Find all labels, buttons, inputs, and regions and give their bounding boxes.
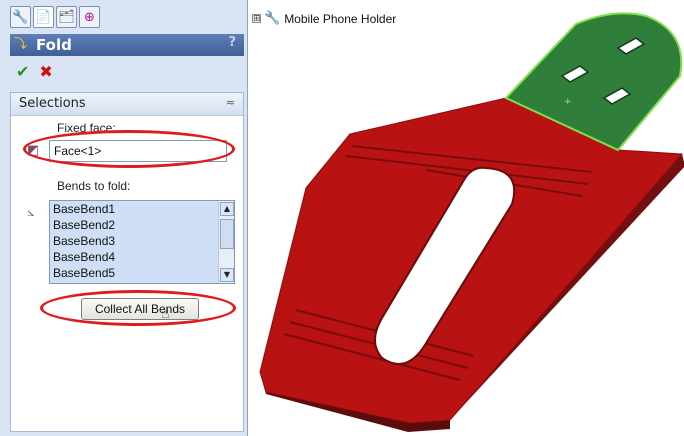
configuration-icon: 🗂 <box>58 9 75 25</box>
feature-title-bar: ⤵ Fold ? <box>10 34 244 56</box>
dimxpert-tab[interactable]: ⊕ <box>79 6 100 28</box>
selections-title: Selections <box>19 96 86 111</box>
collapse-chevron-icon[interactable]: ≈ <box>226 96 235 109</box>
manager-tabs: 🔧 📄 🗂 ⊕ <box>10 6 102 32</box>
scroll-down-icon[interactable]: ▼ <box>220 268 234 282</box>
property-icon: 📄 <box>35 9 52 25</box>
sheet-metal-part-model: + <box>259 12 684 432</box>
list-item[interactable]: BaseBend3 <box>50 233 234 249</box>
highlight-oval-collect-button <box>40 290 236 326</box>
origin-marker-icon: + <box>564 97 572 107</box>
list-item[interactable]: BaseBend5 <box>50 265 234 281</box>
fold-icon: ⤵ <box>14 37 28 52</box>
configuration-manager-tab[interactable]: 🗂 <box>56 6 77 28</box>
cancel-x-icon[interactable]: ✖ <box>39 64 52 80</box>
list-item[interactable]: BaseBend4 <box>50 249 234 265</box>
scroll-thumb[interactable] <box>220 219 234 249</box>
bends-listbox[interactable]: BaseBend1 BaseBend2 BaseBend3 BaseBend4 … <box>49 200 235 284</box>
selections-header[interactable]: Selections ≈ <box>11 93 243 116</box>
property-manager-tab[interactable]: 📄 <box>33 6 54 28</box>
listbox-scrollbar[interactable]: ▲ ▼ <box>218 201 234 283</box>
crosshair-icon: ⊕ <box>84 9 95 25</box>
help-button[interactable]: ? <box>228 35 236 50</box>
feature-tree-icon: 🔧 <box>12 9 29 25</box>
property-manager-panel: 🔧 📄 🗂 ⊕ ⤵ Fold ? ✔ ✖ Selections ≈ Fixed … <box>0 0 248 436</box>
ok-checkmark-icon[interactable]: ✔ <box>16 64 29 80</box>
highlight-oval-fixed-face <box>23 130 235 168</box>
bend-selection-icon: ⦣ <box>27 205 35 220</box>
list-item[interactable]: BaseBend2 <box>50 217 234 233</box>
bends-to-fold-label: Bends to fold: <box>57 179 131 193</box>
feature-title: Fold <box>36 36 72 54</box>
list-item[interactable]: BaseBend1 <box>50 201 234 217</box>
ok-cancel-actions: ✔ ✖ <box>16 64 53 80</box>
feature-manager-tab[interactable]: 🔧 <box>10 6 31 28</box>
scroll-up-icon[interactable]: ▲ <box>220 202 234 216</box>
